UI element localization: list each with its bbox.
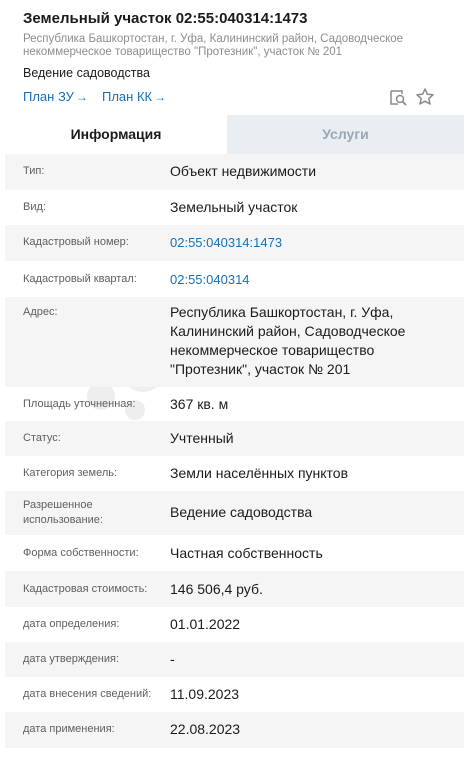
row-value: 367 кв. м (170, 396, 229, 412)
row-label: дата определения: (23, 618, 120, 630)
address-line-1: Республика Башкортостан, г. Уфа, Калинин… (23, 33, 404, 45)
row-label: Вид: (23, 201, 46, 213)
row-label: дата внесения сведений: (23, 688, 152, 700)
map-search-icon[interactable] (387, 86, 409, 108)
object-purpose: Ведение садоводства (23, 66, 150, 80)
table-row: Адрес: Республика Башкортостан, г. Уфа, … (5, 297, 464, 387)
row-label: Категория земель: (23, 467, 118, 479)
arrow-right-icon: → (154, 90, 167, 104)
row-value: Ведение садоводства (170, 504, 313, 520)
row-value: Объект недвижимости (170, 163, 317, 179)
row-value: - (170, 651, 175, 667)
table-row: Кадастровая стоимость: 146 506,4 руб. (5, 571, 464, 607)
table-row: дата применения: 22.08.2023 (5, 712, 464, 748)
table-row: Вид: Земельный участок (5, 190, 464, 225)
address-line-2: некоммерческое товарищество "Протезник",… (23, 46, 343, 58)
row-label: дата применения: (23, 723, 115, 735)
table-row: Статус: Учтенный (5, 421, 464, 456)
row-label: Статус: (23, 432, 61, 444)
table-row: Форма собственности: Частная собственнос… (5, 535, 464, 571)
table-row: дата определения: 01.01.2022 (5, 607, 464, 642)
row-label: Тип: (23, 165, 45, 177)
table-row: Категория земель: Земли населённых пункт… (5, 456, 464, 491)
row-label: Площадь уточненная: (23, 398, 136, 410)
row-value: 146 506,4 руб. (170, 581, 263, 597)
cadastral-number-link[interactable]: 02:55:040314:1473 (170, 233, 455, 252)
table-row: Тип: Объект недвижимости (5, 154, 464, 190)
row-label: Разрешенное использование: (23, 499, 103, 526)
row-label: Адрес: (23, 306, 58, 318)
object-card: Земельный участок 02:55:040314:1473 Респ… (5, 0, 464, 762)
arrow-right-icon: → (75, 90, 88, 104)
tab-information[interactable]: Информация (5, 115, 227, 154)
row-value: 01.01.2022 (170, 616, 241, 632)
card-header: Земельный участок 02:55:040314:1473 Респ… (5, 0, 464, 113)
row-value: Частная собственность (170, 545, 323, 561)
plan-kk-label: План КК (102, 89, 153, 104)
plan-zu-label: План ЗУ (23, 89, 74, 104)
tab-bar: Информация Услуги (5, 115, 464, 154)
row-value: 22.08.2023 (170, 721, 241, 737)
star-icon[interactable] (414, 86, 436, 108)
table-row: Разрешенное использование: Ведение садов… (5, 491, 464, 535)
row-label: дата утверждения: (23, 653, 120, 665)
object-address: Республика Башкортостан, г. Уфа, Калинин… (23, 33, 423, 59)
row-value: Земли населённых пунктов (170, 465, 349, 481)
object-title: Земельный участок 02:55:040314:1473 (23, 10, 308, 27)
table-row: Кадастровый номер: 02:55:040314:1473 (5, 225, 464, 261)
row-value: 11.09.2023 (170, 686, 240, 702)
row-label: Кадастровый квартал: (23, 273, 137, 285)
row-value: Земельный участок (170, 199, 298, 215)
cadastral-quarter-link[interactable]: 02:55:040314 (170, 270, 455, 289)
table-row: Кадастровый квартал: 02:55:040314 (5, 261, 464, 297)
tab-services[interactable]: Услуги (227, 115, 464, 154)
row-value: Республика Башкортостан, г. Уфа, Калинин… (170, 304, 406, 377)
table-row: дата утверждения: - (5, 642, 464, 677)
table-row: Площадь уточненная: 367 кв. м (5, 387, 464, 421)
row-label: Форма собственности: (23, 547, 139, 559)
row-value: Учтенный (170, 430, 234, 446)
plan-kk-link[interactable]: План КК → (102, 89, 166, 104)
table-row: дата внесения сведений: 11.09.2023 (5, 677, 464, 712)
row-label: Кадастровая стоимость: (23, 583, 148, 595)
plan-zu-link[interactable]: План ЗУ → (23, 89, 88, 104)
row-label: Кадастровый номер: (23, 236, 129, 248)
